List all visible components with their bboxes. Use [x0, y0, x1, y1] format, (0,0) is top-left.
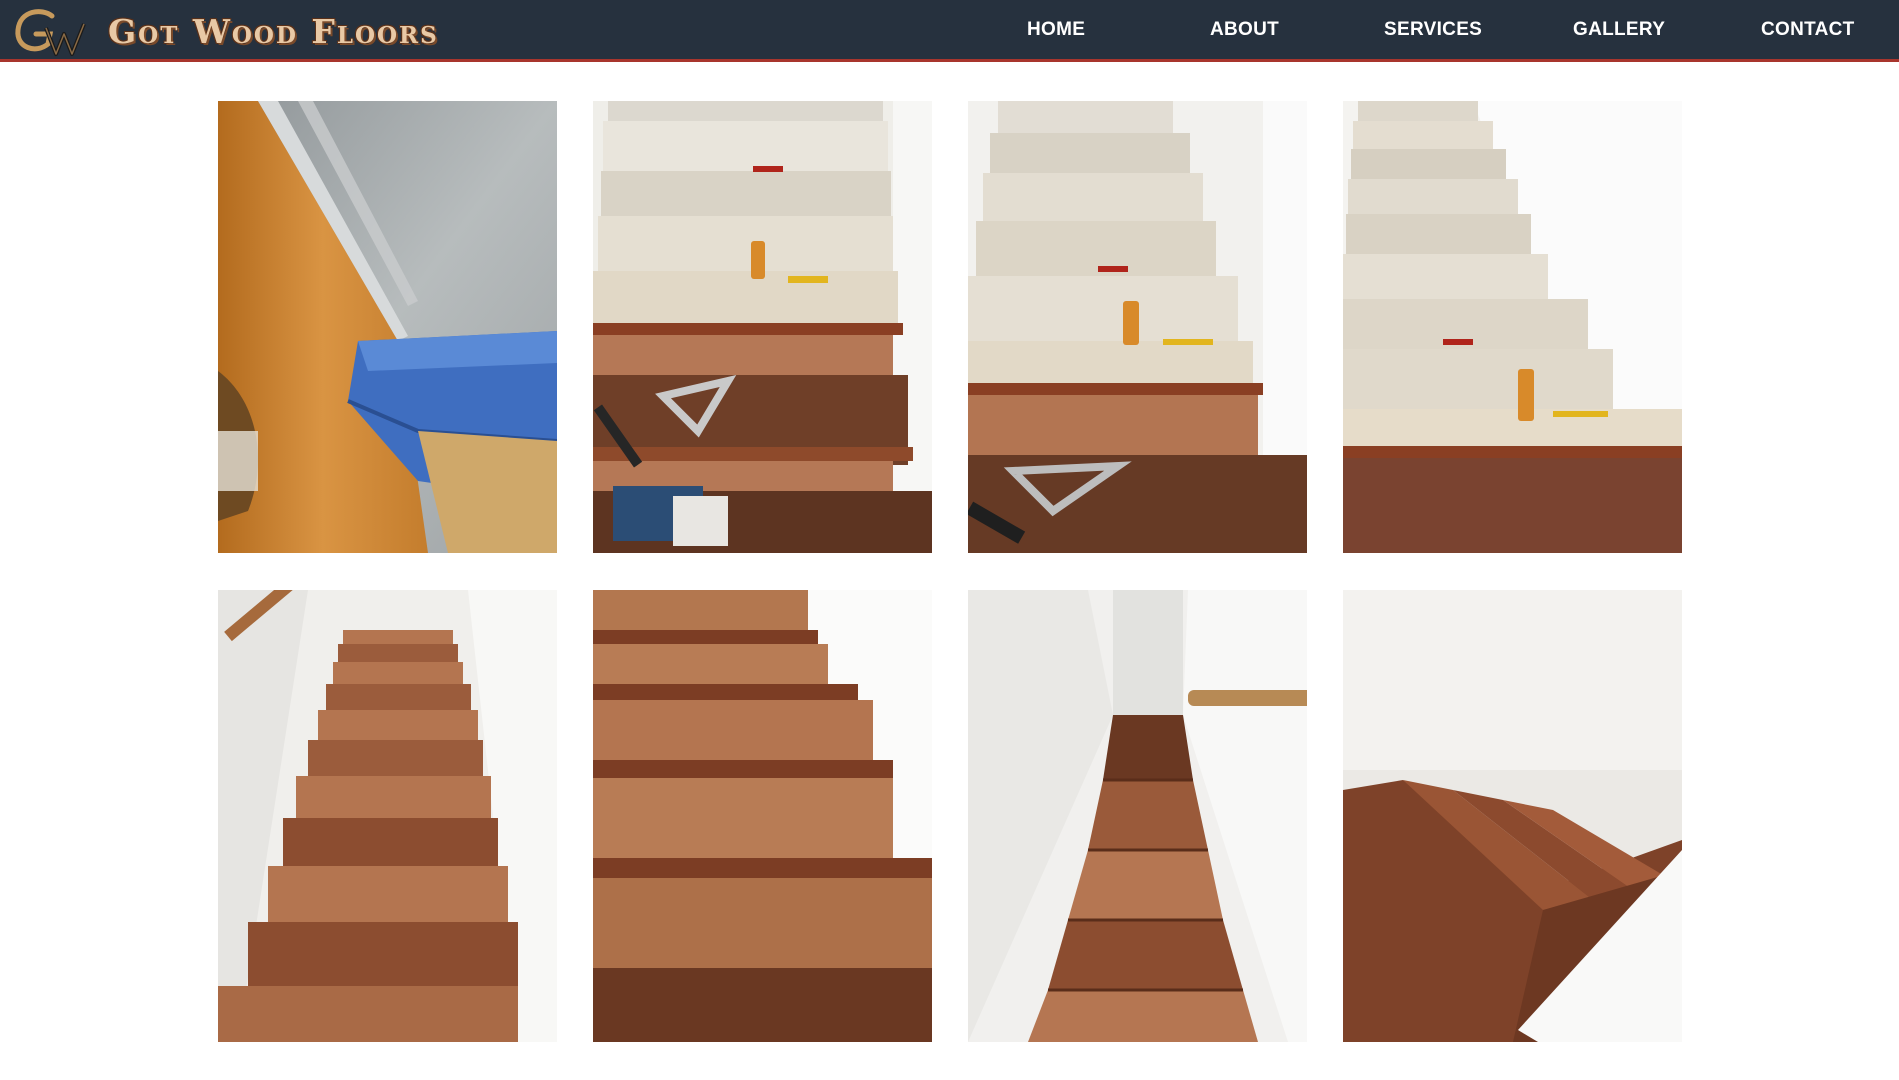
gallery-photo-finished-stairs-turn[interactable]	[1343, 590, 1682, 1042]
photo-image	[593, 101, 932, 553]
gallery-photo-stairs-progress-2[interactable]	[968, 101, 1307, 553]
gallery-photo-finished-treads[interactable]	[593, 590, 932, 1042]
photo-image	[218, 590, 557, 1042]
nav-contact[interactable]: CONTACT	[1761, 19, 1855, 41]
brand-name: Got Wood Floors	[108, 11, 439, 51]
gallery-photo-stairs-progress-3[interactable]	[1343, 101, 1682, 553]
nav-gallery[interactable]: GALLERY	[1573, 19, 1665, 41]
photo-image	[968, 590, 1307, 1042]
gallery-photo-stair-corner[interactable]	[218, 101, 557, 553]
gallery-photo-finished-stairs-down[interactable]	[968, 590, 1307, 1042]
photo-image	[1343, 590, 1682, 1042]
gw-logo-icon	[15, 9, 86, 56]
nav-home[interactable]: HOME	[1027, 19, 1085, 41]
photo-image	[1343, 101, 1682, 553]
photo-image	[968, 101, 1307, 553]
photo-image	[218, 101, 557, 553]
nav-about[interactable]: ABOUT	[1210, 19, 1279, 41]
site-header: Got Wood Floors HOME ABOUT SERVICES GALL…	[0, 0, 1899, 62]
gallery-photo-finished-stairs-up[interactable]	[218, 590, 557, 1042]
photo-image	[593, 590, 932, 1042]
nav-services[interactable]: SERVICES	[1384, 19, 1482, 41]
gallery-photo-stairs-progress-1[interactable]	[593, 101, 932, 553]
brand-home-link[interactable]: Got Wood Floors	[12, 4, 439, 58]
